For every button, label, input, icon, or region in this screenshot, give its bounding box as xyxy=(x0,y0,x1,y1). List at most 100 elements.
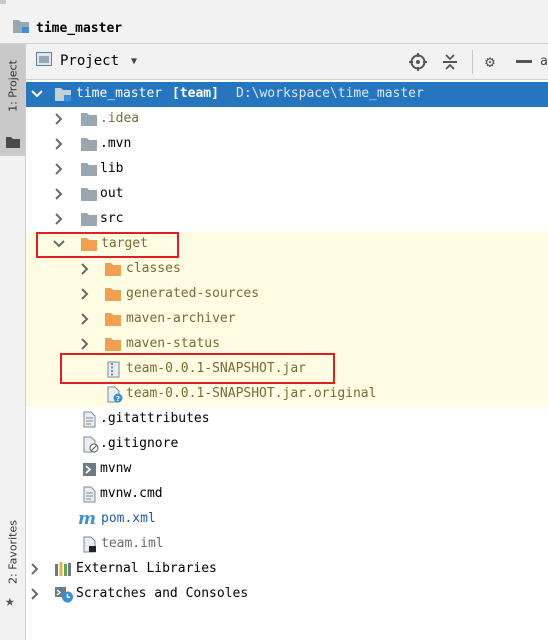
jar-archive-icon xyxy=(106,361,124,378)
tree-node-label[interactable]: .idea xyxy=(100,110,139,128)
excluded-folder-icon xyxy=(104,261,122,278)
libraries-icon xyxy=(54,561,72,578)
tree-node-label[interactable]: team.iml xyxy=(101,535,164,553)
navigation-bar: time_master xyxy=(0,0,548,44)
tree-node-label[interactable]: .mvn xyxy=(100,135,131,153)
folder-icon xyxy=(80,136,98,153)
chevron-right-icon[interactable] xyxy=(78,312,92,326)
tree-node-idea[interactable]: .idea xyxy=(26,107,548,132)
folder-icon xyxy=(80,186,98,203)
tree-node-label[interactable]: src xyxy=(100,210,123,228)
star-icon[interactable]: ★ xyxy=(5,593,15,609)
folder-icon xyxy=(80,111,98,128)
gear-icon[interactable]: ⚙ xyxy=(480,52,500,72)
favorites-tool-tab-label[interactable]: 2: Favorites xyxy=(7,520,20,584)
chevron-right-icon[interactable] xyxy=(78,337,92,351)
view-selector[interactable]: Project ▼ xyxy=(36,52,137,70)
tree-node-gitattributes[interactable]: .gitattributes xyxy=(26,407,548,432)
tree-node-label[interactable]: classes xyxy=(126,260,181,278)
project-tab-folder-icon xyxy=(6,136,20,152)
root-project-name[interactable]: time_master xyxy=(76,85,162,103)
tree-node-label[interactable]: out xyxy=(100,185,123,203)
header-separator xyxy=(472,50,473,74)
maven-icon: m xyxy=(78,509,100,529)
chevron-right-icon[interactable] xyxy=(28,562,42,576)
svg-text:?: ? xyxy=(116,395,120,403)
shell-script-icon xyxy=(82,461,100,478)
project-folder-icon xyxy=(12,18,30,38)
chevron-right-icon[interactable] xyxy=(78,287,92,301)
expand-arrow-icon[interactable] xyxy=(30,87,44,101)
tree-node-gitignore[interactable]: .gitignore xyxy=(26,432,548,457)
tree-node-mvnw[interactable]: mvnw xyxy=(26,457,548,482)
tree-node-mvnw-cmd[interactable]: mvnw.cmd xyxy=(26,482,548,507)
chevron-right-icon[interactable] xyxy=(28,587,42,601)
clipped-editor-text: a xyxy=(540,54,548,69)
tree-node-label[interactable]: mvnw xyxy=(100,460,131,478)
tree-node-team-iml[interactable]: team.iml xyxy=(26,532,548,557)
breadcrumb[interactable]: time_master xyxy=(12,17,122,39)
text-file-icon xyxy=(82,411,100,428)
tree-node-maven-status[interactable]: maven-status xyxy=(26,332,548,357)
tree-node-label[interactable]: target xyxy=(101,235,148,253)
tree-node-label[interactable]: pom.xml xyxy=(101,510,156,528)
tree-node-label[interactable]: .gitattributes xyxy=(100,410,210,428)
tree-node-label[interactable]: Scratches and Consoles xyxy=(76,585,248,603)
chevron-down-icon[interactable] xyxy=(52,237,66,251)
chevron-right-icon[interactable] xyxy=(52,212,66,226)
root-project-path: D:\workspace\time_master xyxy=(236,86,424,101)
hide-icon[interactable] xyxy=(514,52,534,72)
folder-icon xyxy=(80,211,98,228)
scratches-icon xyxy=(54,586,73,603)
chevron-right-icon[interactable] xyxy=(52,162,66,176)
tree-node-label[interactable]: team-0.0.1-SNAPSHOT.jar xyxy=(126,360,306,378)
project-view-icon xyxy=(36,52,52,70)
chevron-down-icon[interactable]: ▼ xyxy=(131,56,137,67)
folder-icon xyxy=(80,161,98,178)
tree-node-generated-sources[interactable]: generated-sources xyxy=(26,282,548,307)
chevron-right-icon[interactable] xyxy=(52,187,66,201)
tree-node-lib[interactable]: lib xyxy=(26,157,548,182)
chevron-right-icon[interactable] xyxy=(52,137,66,151)
tree-node-mvn[interactable]: .mvn xyxy=(26,132,548,157)
project-panel-header: Project ▼ ⚙ a xyxy=(26,44,548,80)
tree-node-label[interactable]: External Libraries xyxy=(76,560,217,578)
collapse-all-icon[interactable] xyxy=(440,52,460,72)
chevron-right-icon[interactable] xyxy=(78,262,92,276)
tree-node-classes[interactable]: classes xyxy=(26,257,548,282)
tree-node-snapshot-jar[interactable]: team-0.0.1-SNAPSHOT.jar xyxy=(26,357,548,382)
breadcrumb-project-name[interactable]: time_master xyxy=(36,21,122,36)
tree-node-label[interactable]: maven-archiver xyxy=(126,310,236,328)
tree-node-label[interactable]: lib xyxy=(100,160,123,178)
view-selector-label[interactable]: Project xyxy=(60,53,119,69)
tree-node-label[interactable]: .gitignore xyxy=(100,435,178,453)
text-file-icon xyxy=(82,486,100,503)
tree-node-scratches[interactable]: Scratches and Consoles xyxy=(26,582,548,607)
tree-node-pom-xml[interactable]: m pom.xml xyxy=(26,507,548,532)
ignored-file-icon xyxy=(82,436,100,453)
project-tool-tab-label[interactable]: 1: Project xyxy=(7,60,20,112)
tree-node-src[interactable]: src xyxy=(26,207,548,232)
svg-text:m: m xyxy=(78,510,96,527)
chevron-right-icon[interactable] xyxy=(52,112,66,126)
root-module-name: [team] xyxy=(172,86,219,101)
tree-node-maven-archiver[interactable]: maven-archiver xyxy=(26,307,548,332)
tree-node-label[interactable]: team-0.0.1-SNAPSHOT.jar.original xyxy=(126,385,376,403)
excluded-folder-icon xyxy=(104,286,122,303)
tree-node-label[interactable]: mvnw.cmd xyxy=(100,485,163,503)
tree-node-label[interactable]: generated-sources xyxy=(126,285,259,303)
tree-node-label[interactable]: maven-status xyxy=(126,335,220,353)
tree-node-target[interactable]: target xyxy=(26,232,548,257)
locate-icon[interactable] xyxy=(408,52,428,72)
window-edge-tick xyxy=(0,0,6,4)
unknown-file-icon: ? xyxy=(106,386,124,403)
tool-window-strip: 1: Project 2: Favorites ★ xyxy=(0,44,26,640)
module-file-icon xyxy=(82,536,100,553)
module-folder-icon xyxy=(54,86,72,103)
tree-node-external-libraries[interactable]: External Libraries xyxy=(26,557,548,582)
excluded-folder-icon xyxy=(104,336,122,353)
tree-root-row[interactable]: time_master [team] D:\workspace\time_mas… xyxy=(26,82,548,107)
project-tree[interactable]: time_master [team] D:\workspace\time_mas… xyxy=(26,80,548,640)
tree-node-out[interactable]: out xyxy=(26,182,548,207)
tree-node-snapshot-jar-original[interactable]: ? team-0.0.1-SNAPSHOT.jar.original xyxy=(26,382,548,407)
